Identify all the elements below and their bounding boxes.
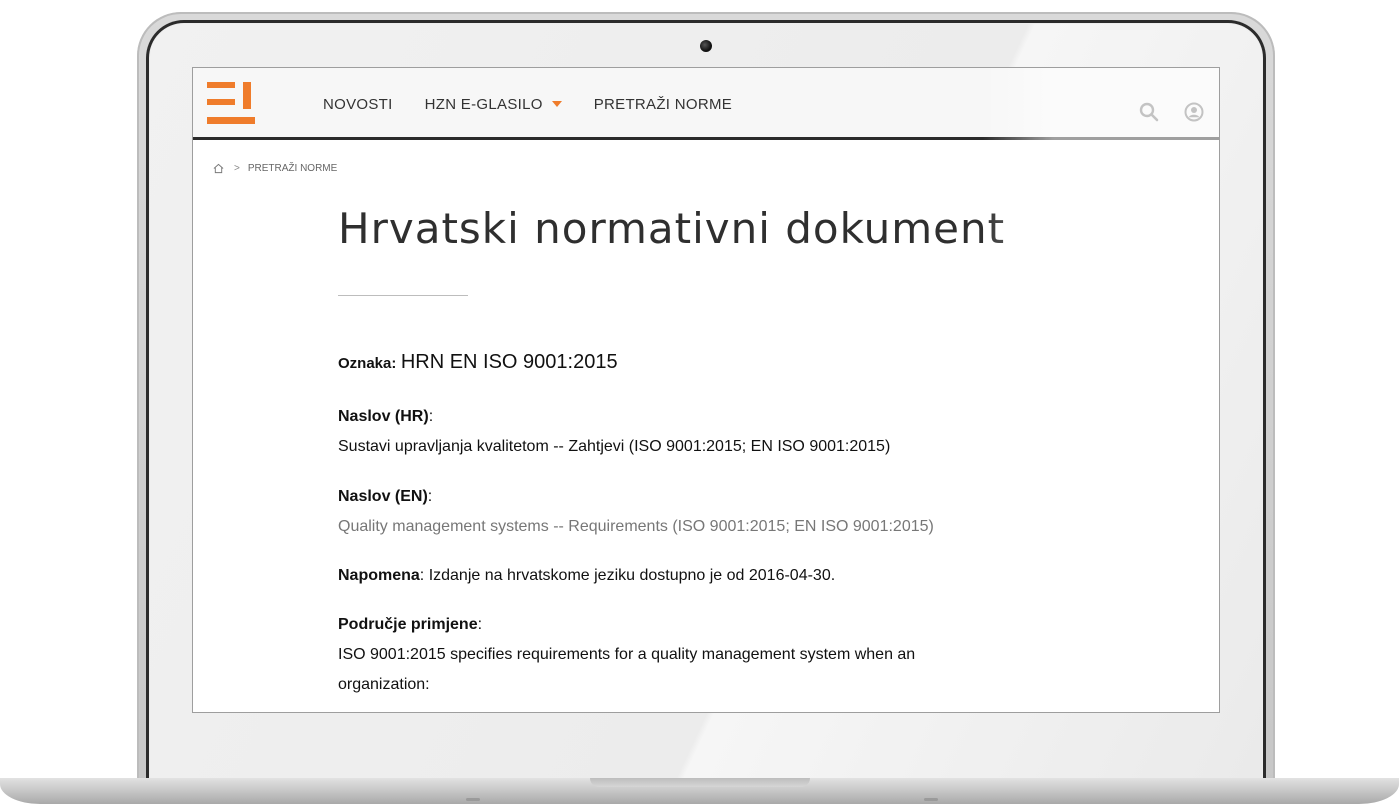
field-label: Naslov (EN) xyxy=(338,488,428,505)
home-icon[interactable] xyxy=(213,163,224,174)
nav-item-label: NOVOSTI xyxy=(323,95,393,113)
field-napomena: Napomena: Izdanje na hrvatskome jeziku d… xyxy=(338,562,835,590)
main-nav: NOVOSTI HZN E-GLASILO PRETRAŽI NORME xyxy=(323,68,764,140)
field-value-line: organization: xyxy=(338,676,430,693)
field-label: Napomena xyxy=(338,567,420,584)
breadcrumb-current[interactable]: PRETRAŽI NORME xyxy=(248,163,337,174)
breadcrumb: > PRETRAŽI NORME xyxy=(213,163,337,174)
page-title: Hrvatski normativni dokument xyxy=(338,204,1006,253)
field-value: Sustavi upravljanja kvalitetom -- Zahtje… xyxy=(338,438,891,455)
nav-item-label: HZN E-GLASILO xyxy=(424,95,543,113)
nav-item-novosti[interactable]: NOVOSTI xyxy=(323,96,393,113)
nav-item-pretrazi-norme[interactable]: PRETRAŽI NORME xyxy=(594,96,732,113)
field-label: Naslov (HR) xyxy=(338,408,429,425)
field-value: HRN EN ISO 9001:2015 xyxy=(400,351,618,373)
user-icon[interactable] xyxy=(1184,102,1204,122)
camera-icon xyxy=(700,40,712,52)
field-naslov-en: Naslov (EN): Quality management systems … xyxy=(338,482,934,542)
laptop-base-notch xyxy=(590,778,810,787)
breadcrumb-separator: > xyxy=(234,163,240,174)
caret-down-icon xyxy=(551,101,562,107)
nav-item-label: PRETRAŽI NORME xyxy=(593,95,733,113)
field-podrucje-primjene: Područje primjene: ISO 9001:2015 specifi… xyxy=(338,610,915,700)
field-oznaka: Oznaka: HRN EN ISO 9001:2015 xyxy=(338,348,618,378)
field-label: Oznaka: xyxy=(338,355,397,372)
laptop-foot-left xyxy=(466,798,480,801)
field-value: : Izdanje na hrvatskome jeziku dostupno … xyxy=(419,567,836,584)
title-divider xyxy=(338,295,468,296)
field-label: Područje primjene xyxy=(338,616,478,633)
browser-viewport: NOVOSTI HZN E-GLASILO PRETRAŽI NORME > P xyxy=(193,68,1219,712)
site-header: NOVOSTI HZN E-GLASILO PRETRAŽI NORME xyxy=(193,68,1219,140)
field-naslov-hr: Naslov (HR): Sustavi upravljanja kvalite… xyxy=(338,402,890,462)
field-value-line: ISO 9001:2015 specifies requirements for… xyxy=(338,646,916,663)
nav-item-hzn-e-glasilo[interactable]: HZN E-GLASILO xyxy=(425,96,562,113)
field-value: Quality management systems -- Requiremen… xyxy=(338,518,934,535)
screen-glare xyxy=(983,68,1219,712)
hzn-logo-icon[interactable] xyxy=(207,80,255,128)
search-icon[interactable] xyxy=(1139,102,1159,122)
laptop-foot-right xyxy=(924,798,938,801)
